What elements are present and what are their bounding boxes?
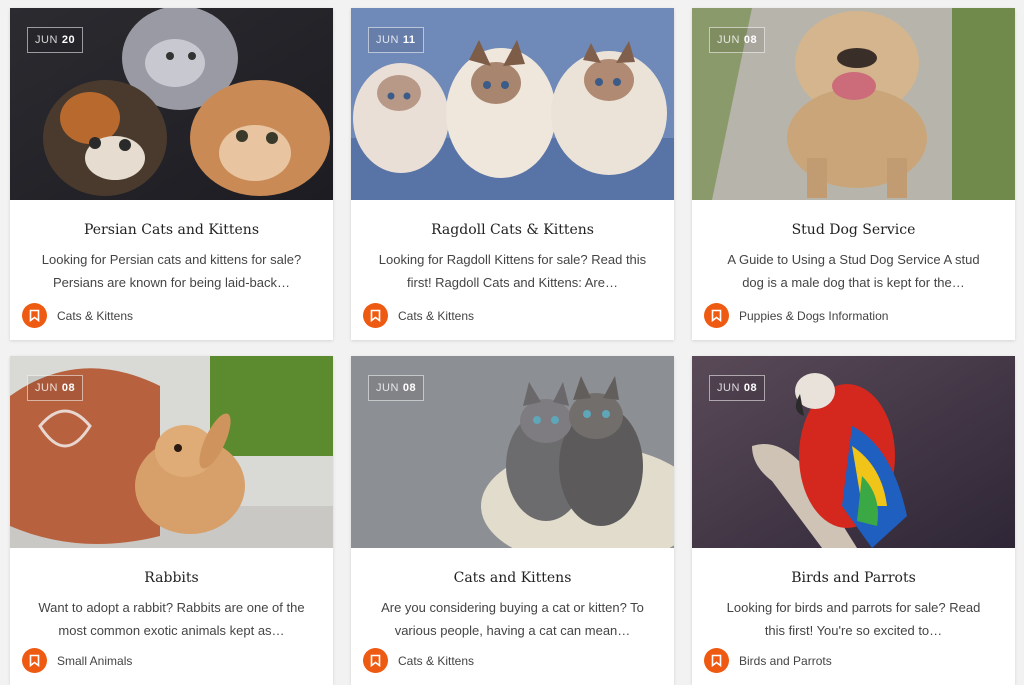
date-month: JUN: [35, 382, 58, 394]
excerpt-line: first! Ragdoll Cats and Kittens: Are…: [407, 275, 618, 290]
post-excerpt: A Guide to Using a Stud Dog Service A st…: [710, 248, 997, 294]
bookmark-icon: [22, 303, 47, 328]
post-card: JUN 08 Rabbits Want to adopt a rabbit? Ra…: [10, 356, 333, 685]
post-excerpt: Looking for Ragdoll Kittens for sale? Re…: [369, 248, 656, 294]
excerpt-line: Looking for birds and parrots for sale? …: [726, 600, 981, 615]
date-badge: JUN 20: [27, 27, 84, 53]
date-badge: JUN 08: [27, 375, 84, 401]
category-link[interactable]: Cats & Kittens: [363, 648, 474, 673]
post-thumbnail[interactable]: JUN 08: [692, 356, 1015, 548]
category-link[interactable]: Cats & Kittens: [22, 303, 133, 328]
post-title[interactable]: Birds and Parrots: [692, 570, 1015, 586]
bookmark-icon: [22, 648, 47, 673]
post-thumbnail[interactable]: JUN 20: [10, 8, 333, 200]
post-card: JUN 08 Cats and Kittens Are you consideri…: [351, 356, 674, 685]
excerpt-line: Want to adopt a rabbit? Rabbits are one …: [38, 600, 305, 615]
excerpt-line: Persians are known for being laid-back…: [52, 275, 290, 290]
post-card: JUN 20 Persian Cats and Kittens Looking f…: [10, 8, 333, 340]
category-label: Puppies & Dogs Information: [739, 308, 889, 323]
date-badge: JUN 08: [368, 375, 425, 401]
bookmark-icon: [704, 303, 729, 328]
bookmark-icon: [363, 648, 388, 673]
excerpt-line: Looking for Persian cats and kittens for…: [41, 252, 302, 267]
date-month: JUN: [717, 34, 740, 46]
excerpt-line: A Guide to Using a Stud Dog Service A st…: [727, 252, 980, 267]
post-excerpt: Looking for Persian cats and kittens for…: [28, 248, 315, 294]
post-card: JUN 08 Stud Dog Service A Guide to Using …: [692, 8, 1015, 340]
bookmark-icon: [704, 648, 729, 673]
post-excerpt: Are you considering buying a cat or kitt…: [369, 596, 656, 642]
date-day: 08: [61, 382, 76, 394]
date-day: 20: [61, 34, 76, 46]
post-title[interactable]: Persian Cats and Kittens: [10, 222, 333, 238]
post-excerpt: Looking for birds and parrots for sale? …: [710, 596, 997, 642]
post-title[interactable]: Cats and Kittens: [351, 570, 674, 586]
category-link[interactable]: Cats & Kittens: [363, 303, 474, 328]
post-thumbnail[interactable]: JUN 08: [692, 8, 1015, 200]
excerpt-line: most common exotic animals kept as…: [58, 623, 285, 638]
date-day: 08: [743, 34, 758, 46]
date-month: JUN: [376, 382, 399, 394]
category-label: Small Animals: [57, 653, 133, 668]
post-thumbnail[interactable]: JUN 08: [351, 356, 674, 548]
post-title[interactable]: Stud Dog Service: [692, 222, 1015, 238]
date-badge: JUN 08: [709, 375, 766, 401]
post-excerpt: Want to adopt a rabbit? Rabbits are one …: [28, 596, 315, 642]
excerpt-line: Are you considering buying a cat or kitt…: [381, 600, 644, 615]
excerpt-line: dog is a male dog that is kept for the…: [742, 275, 965, 290]
date-day: 08: [743, 382, 758, 394]
post-title[interactable]: Ragdoll Cats & Kittens: [351, 222, 674, 238]
date-month: JUN: [35, 34, 58, 46]
category-label: Birds and Parrots: [739, 653, 832, 668]
category-label: Cats & Kittens: [398, 653, 475, 668]
excerpt-line: various people, having a cat can mean…: [394, 623, 631, 638]
date-badge: JUN 08: [709, 27, 766, 53]
category-link[interactable]: Birds and Parrots: [704, 648, 832, 673]
excerpt-line: this first! You're so excited to…: [764, 623, 943, 638]
post-card: JUN 08 Birds and Parrots Looking for bird…: [692, 356, 1015, 685]
category-label: Cats & Kittens: [398, 308, 475, 323]
post-title[interactable]: Rabbits: [10, 570, 333, 586]
date-day: 08: [402, 382, 417, 394]
date-badge: JUN 11: [368, 27, 424, 53]
excerpt-line: Looking for Ragdoll Kittens for sale? Re…: [378, 252, 647, 267]
bookmark-icon: [363, 303, 388, 328]
date-month: JUN: [376, 34, 399, 46]
category-link[interactable]: Small Animals: [22, 648, 132, 673]
date-month: JUN: [717, 382, 740, 394]
category-label: Cats & Kittens: [57, 308, 134, 323]
date-day: 11: [402, 34, 416, 46]
category-link[interactable]: Puppies & Dogs Information: [704, 303, 888, 328]
post-thumbnail[interactable]: JUN 08: [10, 356, 333, 548]
post-card: JUN 11 Ragdoll Cats & Kittens Looking for…: [351, 8, 674, 340]
post-thumbnail[interactable]: JUN 11: [351, 8, 674, 200]
